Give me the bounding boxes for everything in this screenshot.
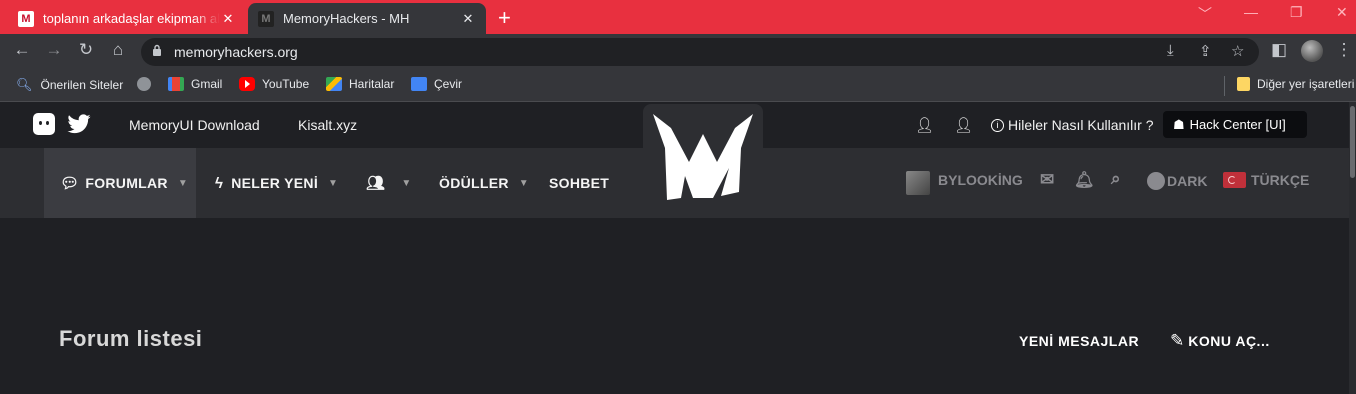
user-icon[interactable]: 👤︎ (954, 116, 973, 134)
new-tab-button[interactable]: + (498, 5, 511, 31)
scrollbar-thumb[interactable] (1350, 106, 1355, 178)
info-icon: i (991, 118, 1004, 132)
bell-icon[interactable]: 🔔︎ (1074, 170, 1094, 190)
twitter-icon[interactable] (66, 114, 92, 135)
search-icon[interactable]: ⌕ (1111, 169, 1121, 189)
browser-toolbar: ← → ↻ ⌂ memoryhackers.org ⤓ ⇪ ☆ ◧ ⋮ (0, 34, 1356, 70)
gmail-icon (168, 77, 184, 91)
user-lock-icon[interactable]: 👤︎ (915, 116, 934, 134)
memoryhackers-favicon: M (18, 10, 34, 27)
forward-arrow-icon[interactable]: → (42, 40, 66, 60)
bookmark-maps[interactable]: Haritalar (326, 77, 394, 91)
mail-icon[interactable]: ✉ (1040, 170, 1054, 190)
nav-chat[interactable]: SOHBET (549, 148, 609, 218)
folder-icon (1237, 77, 1250, 91)
home-icon[interactable]: ⌂ (106, 40, 130, 60)
close-icon[interactable]: ✕ (220, 11, 236, 27)
new-thread-button[interactable]: ✎ KONU AÇ... (1170, 331, 1270, 351)
bookmarks-divider (1224, 76, 1225, 96)
page-title: Forum listesi (59, 326, 203, 351)
memoryhackers-favicon: M (258, 10, 274, 27)
address-url: memoryhackers.org (174, 44, 298, 60)
edit-icon: ✎ (1170, 331, 1185, 350)
memoryhackers-logo-icon (653, 114, 753, 200)
comments-icon: 💬︎ (60, 175, 80, 192)
download-icon[interactable]: ⤓ (1167, 42, 1174, 59)
nav-whats-new[interactable]: ϟ NELER YENİ ▼ (215, 148, 338, 218)
address-bar[interactable]: memoryhackers.org ⤓ ⇪ ☆ (141, 38, 1259, 66)
other-bookmarks[interactable]: Diğer yer işaretleri (1237, 77, 1354, 91)
nav-forums[interactable]: 💬︎ FORUMLAR ▼ (44, 148, 196, 218)
bookmark-youtube[interactable]: YouTube (239, 77, 309, 91)
hack-center-button[interactable]: ☗ Hack Center [UI] (1163, 111, 1307, 138)
profile-avatar[interactable] (1301, 40, 1323, 62)
new-posts-button[interactable]: YENİ MESAJLAR (1019, 333, 1139, 349)
bolt-icon: ϟ (215, 174, 224, 192)
tab-active[interactable]: M MemoryHackers - MH ✕ (248, 3, 486, 34)
palette-icon (1147, 172, 1165, 190)
chevron-down-icon[interactable]: ▼ (519, 178, 529, 189)
help-link[interactable]: i Hileler Nasıl Kullanılır ? (991, 117, 1154, 133)
top-link-kisalt[interactable]: Kisalt.xyz (298, 117, 357, 133)
tab-title: MemoryHackers - MH (283, 11, 410, 26)
chevron-down-icon[interactable]: ▼ (178, 178, 188, 189)
discord-icon[interactable] (33, 113, 55, 135)
language-selector[interactable]: TÜRKÇE (1223, 172, 1309, 188)
nav-rewards[interactable]: ÖDÜLLER ▼ (439, 148, 529, 218)
maps-icon (326, 77, 342, 91)
tab-search-chevron-icon[interactable]: ﹀ (1198, 4, 1212, 24)
bookmark-gmail[interactable]: Gmail (168, 77, 222, 91)
user-avatar[interactable] (906, 171, 930, 195)
youtube-icon (239, 77, 255, 91)
close-icon[interactable]: ✕ (460, 11, 476, 27)
theme-toggle[interactable]: DARK (1147, 172, 1207, 190)
top-link-memoryui[interactable]: MemoryUI Download (129, 117, 260, 133)
share-icon[interactable]: ⇪ (1199, 42, 1212, 60)
restore-icon[interactable]: ❐ (1290, 4, 1303, 21)
bookmark-globe[interactable] (137, 77, 158, 91)
translate-icon (411, 77, 427, 91)
globe-icon (137, 77, 151, 91)
nav-members[interactable]: 👥︎ ▼ (366, 148, 412, 218)
ghost-icon: ☗ (1173, 116, 1185, 132)
turkey-flag-icon (1223, 172, 1246, 188)
bookmark-star-icon[interactable]: ☆ (1231, 42, 1244, 60)
bookmarks-bar: 🔍︎ Önerilen Siteler Gmail YouTube Harita… (0, 70, 1356, 102)
lock-icon (153, 44, 161, 56)
search-icon: 🔍︎ (16, 77, 33, 92)
users-icon: 👥︎ (366, 175, 386, 192)
reload-icon[interactable]: ↻ (74, 40, 98, 60)
menu-kebab-icon[interactable]: ⋮ (1332, 40, 1356, 60)
minimize-icon[interactable]: — (1244, 4, 1258, 20)
browser-tab-bar: M toplanın arkadaşlar ekipman alırken ✕ … (0, 0, 1356, 34)
tab-title: toplanın arkadaşlar ekipman alırken (43, 11, 220, 26)
user-name[interactable]: BYLOOKİNG (938, 172, 1023, 188)
main-content (0, 218, 1356, 394)
back-arrow-icon[interactable]: ← (10, 40, 34, 60)
chevron-down-icon[interactable]: ▼ (328, 178, 338, 189)
bookmark-suggested[interactable]: 🔍︎ Önerilen Siteler (16, 77, 123, 93)
side-panel-icon[interactable]: ◧ (1267, 40, 1291, 60)
tab-inactive[interactable]: M toplanın arkadaşlar ekipman alırken ✕ (8, 3, 246, 34)
window-close-icon[interactable]: ✕ (1336, 4, 1348, 21)
site-logo[interactable] (643, 104, 763, 218)
chevron-down-icon[interactable]: ▼ (401, 178, 411, 189)
bookmark-translate[interactable]: Çevir (411, 77, 462, 91)
